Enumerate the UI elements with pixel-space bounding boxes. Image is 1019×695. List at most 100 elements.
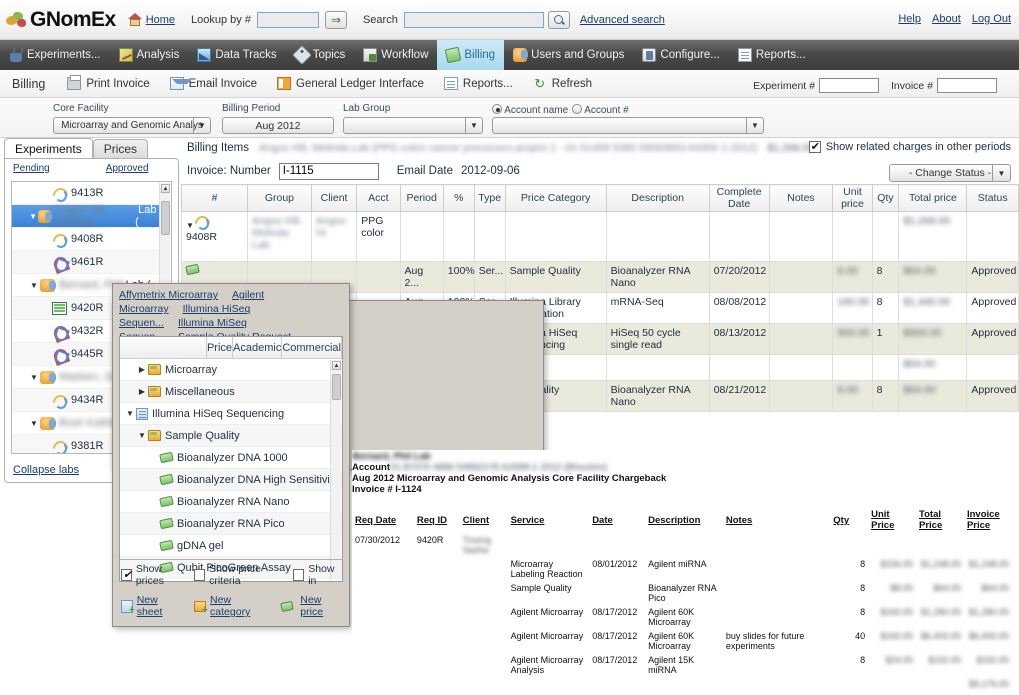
table-row-group[interactable]: ▼9408R Angus Hill, Melinda Lab Angus Hi … xyxy=(181,211,1019,262)
nav-tab-billing[interactable]: Billing xyxy=(437,40,505,70)
prices-grid[interactable]: Price Academic Commercial ▶ Microarray ▶… xyxy=(119,336,343,582)
new-price-button[interactable]: New price xyxy=(279,594,341,618)
experiment-number-input[interactable] xyxy=(818,78,879,93)
scroll-up-icon[interactable]: ▲ xyxy=(332,361,341,370)
price-tree-item-miscellaneous[interactable]: ▶ Miscellaneous xyxy=(120,381,342,403)
checkbox-show in[interactable]: Show in xyxy=(293,563,341,587)
email-invoice-label: Email Invoice xyxy=(188,77,258,90)
checkbox-show price criteria[interactable]: Show price criteria xyxy=(194,563,285,587)
account-number-radio[interactable]: Account # xyxy=(572,104,629,116)
core-facility-label: Core Facility xyxy=(53,103,109,114)
help-link[interactable]: Help xyxy=(898,13,921,25)
change-status-select[interactable]: - Change Status - ▼ xyxy=(889,164,1011,182)
grid-col-acct[interactable]: Acct xyxy=(356,184,401,212)
home-label[interactable]: Home xyxy=(146,14,175,26)
tree-item-9461R[interactable]: 9461R xyxy=(12,251,159,274)
nav-tab-data tracks[interactable]: Data Tracks xyxy=(188,40,285,70)
collapse-labs-link[interactable]: Collapse labs xyxy=(13,464,79,476)
invoice-number-field[interactable] xyxy=(278,162,379,180)
refresh-button[interactable]: ↻ Refresh xyxy=(523,71,602,97)
scroll-up-icon[interactable]: ▲ xyxy=(161,184,170,193)
logout-link[interactable]: Log Out xyxy=(972,13,1011,25)
show-related-charges-checkbox[interactable]: Show related charges in other periods xyxy=(808,140,1011,153)
nav-tab-experiments...[interactable]: Experiments... xyxy=(0,40,110,70)
price-tree-item-gdna gel[interactable]: gDNA gel xyxy=(120,535,342,557)
account-name-radio[interactable]: Account name xyxy=(492,104,568,116)
tree-expand-toggle[interactable]: ▼ xyxy=(28,212,38,221)
advanced-search-link[interactable]: Advanced search xyxy=(580,14,665,26)
search-input[interactable] xyxy=(403,11,544,28)
search-button[interactable] xyxy=(547,10,570,29)
app-name: GNomEx xyxy=(30,7,116,31)
lookup-input[interactable] xyxy=(256,11,319,28)
price-tree-item-illumina hiseq sequencing[interactable]: ▼ Illumina HiSeq Sequencing xyxy=(120,403,342,425)
nav-tab-reports...[interactable]: Reports... xyxy=(729,40,815,70)
nav-tab-users and groups[interactable]: Users and Groups xyxy=(504,40,633,70)
price-tree-item-bioanalyzer dna 1000[interactable]: Bioanalyzer DNA 1000 xyxy=(120,447,342,469)
lab-group-select[interactable]: ▼ xyxy=(343,117,483,134)
tree-item-9408R[interactable]: 9408R xyxy=(12,228,159,251)
new-sheet-button[interactable]: New sheet xyxy=(121,594,180,618)
core-facility-select[interactable]: Microarray and Genomic Analys ▼ xyxy=(53,117,211,134)
prices-tree[interactable]: ▶ Microarray ▶ Miscellaneous ▼ Illumina … xyxy=(120,359,342,581)
tree-expand-toggle[interactable]: ▶ xyxy=(136,365,148,374)
tree-item-9413R[interactable]: 9413R xyxy=(12,182,159,205)
tab-prices[interactable]: Prices xyxy=(92,139,149,158)
tree-expand-toggle[interactable]: ▼ xyxy=(28,373,40,382)
grid-col-client[interactable]: Client xyxy=(310,184,358,212)
price-tree-item-microarray[interactable]: ▶ Microarray xyxy=(120,359,342,381)
new-price-label[interactable]: New price xyxy=(300,594,341,618)
tree-item-Lab ([interactable]: ▼ Angus Hill, Melinda Lab ( xyxy=(12,204,159,228)
pending-link[interactable]: Pending xyxy=(13,163,50,174)
price-tree-item-bioanalyzer dna high sensitivity[interactable]: Bioanalyzer DNA High Sensitivity xyxy=(120,469,342,491)
price-tree-item-sample quality[interactable]: ▼ Sample Quality xyxy=(120,425,342,447)
grid-col-qty[interactable]: Qty xyxy=(871,184,900,212)
price-tree-item-bioanalyzer rna nano[interactable]: Bioanalyzer RNA Nano xyxy=(120,491,342,513)
new-sheet-label[interactable]: New sheet xyxy=(137,594,181,618)
tree-expand-toggle[interactable]: ▼ xyxy=(136,431,148,440)
grid-col-complete date[interactable]: Complete Date xyxy=(708,184,770,212)
grid-col-group[interactable]: Group xyxy=(246,184,312,212)
home-link[interactable]: Home xyxy=(127,13,175,26)
preview-col-total price: Total Price xyxy=(919,509,943,531)
about-link[interactable]: About xyxy=(932,13,961,25)
row-expand-toggle[interactable]: ▼ xyxy=(186,221,194,230)
price-tree-item-bioanalyzer rna pico[interactable]: Bioanalyzer RNA Pico xyxy=(120,513,342,535)
tree-expand-toggle[interactable]: ▶ xyxy=(136,387,148,396)
grid-col-type[interactable]: Type xyxy=(473,184,506,212)
grid-col-%[interactable]: % xyxy=(442,184,475,212)
checkbox-show prices[interactable]: Show prices xyxy=(121,563,186,587)
grid-col-notes[interactable]: Notes xyxy=(768,184,834,212)
lookup-go-button[interactable]: ⇒ xyxy=(324,10,347,29)
tree-expand-toggle[interactable]: ▼ xyxy=(28,281,40,290)
grid-col-price category[interactable]: Price Category xyxy=(504,184,607,212)
prices-grid-scrollbar[interactable]: ▲ xyxy=(330,360,341,580)
tab-experiments[interactable]: Experiments xyxy=(4,138,93,158)
grid-col-unit price[interactable]: Unit price xyxy=(832,184,873,212)
grid-col-status[interactable]: Status xyxy=(966,184,1019,212)
grid-col-#[interactable]: # xyxy=(181,184,248,212)
tree-expand-toggle[interactable]: ▼ xyxy=(28,419,40,428)
grid-col-total price[interactable]: Total price xyxy=(898,184,968,212)
tree-expand-toggle[interactable]: ▼ xyxy=(124,409,136,418)
price-sheet-link-affymetrix microarray[interactable]: Affymetrix Microarray xyxy=(119,289,218,301)
general-ledger-button[interactable]: General Ledger Interface xyxy=(267,71,434,97)
approved-link[interactable]: Approved xyxy=(106,163,149,174)
new-category-label[interactable]: New category xyxy=(210,594,267,618)
billing-period-select[interactable]: Aug 2012 xyxy=(222,117,334,134)
print-invoice-button[interactable]: Print Invoice xyxy=(57,71,159,97)
email-invoice-button[interactable]: Email Invoice xyxy=(160,71,267,97)
nav-tab-analysis[interactable]: Analysis xyxy=(110,40,189,70)
scrollbar-thumb[interactable] xyxy=(161,201,170,235)
reports-button[interactable]: Reports... xyxy=(434,71,523,97)
new-category-button[interactable]: New category xyxy=(194,594,266,618)
nav-tab-workflow[interactable]: Workflow xyxy=(354,40,437,70)
scrollbar-thumb[interactable] xyxy=(332,374,341,400)
grid-col-period[interactable]: Period xyxy=(399,184,444,212)
cell-status xyxy=(966,354,1019,381)
account-select[interactable]: ▼ xyxy=(492,117,764,134)
nav-tab-configure...[interactable]: Configure... xyxy=(633,40,728,70)
nav-tab-topics[interactable]: Topics xyxy=(286,40,355,70)
grid-col-description[interactable]: Description xyxy=(605,184,710,212)
invoice-number-input[interactable] xyxy=(937,78,997,93)
